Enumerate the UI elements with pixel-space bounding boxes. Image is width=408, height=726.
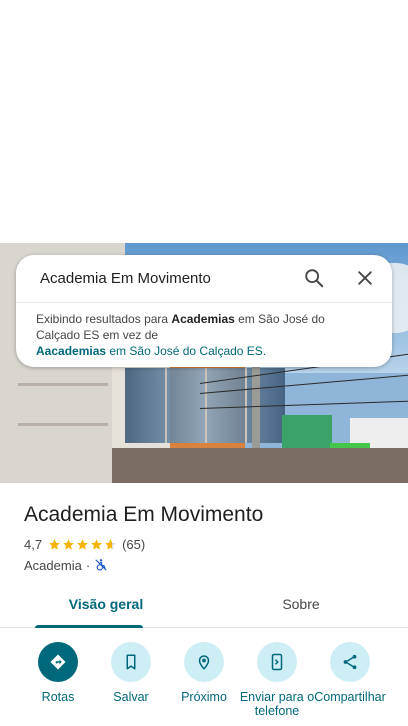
tab-about-label: Sobre <box>282 596 320 612</box>
share-label: Compartilhar <box>314 690 386 704</box>
search-result-note: Exibindo resultados para Academias em Sã… <box>36 311 366 359</box>
star-half-icon <box>105 538 116 550</box>
directions-icon[interactable] <box>38 642 78 682</box>
send-to-phone-icon[interactable] <box>257 642 297 682</box>
divider <box>16 302 392 303</box>
directions-button[interactable]: Rotas <box>20 640 96 704</box>
star-icon <box>77 538 88 550</box>
note-prefix: Exibindo resultados para <box>36 312 172 326</box>
bookmark-icon[interactable] <box>111 642 151 682</box>
place-title: Academia Em Movimento <box>24 503 264 526</box>
category-row: Academia · <box>24 556 108 574</box>
tab-bar: Visão geral Sobre <box>0 590 408 628</box>
action-bar: Rotas Salvar Próximo Enviar para o telef… <box>0 640 408 726</box>
nearby-button[interactable]: Próximo <box>166 640 242 704</box>
share-icon[interactable] <box>330 642 370 682</box>
rating-row[interactable]: 4,7 (65) <box>24 535 145 553</box>
star-icon <box>91 538 102 550</box>
no-wheelchair-access-icon <box>95 559 107 571</box>
review-count: (65) <box>122 536 146 552</box>
star-icon <box>49 538 60 550</box>
send-to-phone-button[interactable]: Enviar para o telefone <box>239 640 315 718</box>
search-input[interactable]: Academia Em Movimento <box>40 269 211 289</box>
directions-label: Rotas <box>41 690 75 704</box>
separator-dot: · <box>85 557 91 573</box>
place-category: Academia <box>24 557 82 573</box>
share-button[interactable]: Compartilhar <box>312 640 388 704</box>
nearby-label: Próximo <box>181 690 227 704</box>
note-alt-rest[interactable]: em São José do Calçado ES. <box>106 344 266 358</box>
tab-about[interactable]: Sobre <box>240 590 362 628</box>
star-icon <box>63 538 74 550</box>
rating-value: 4,7 <box>24 536 43 552</box>
save-button[interactable]: Salvar <box>93 640 169 704</box>
search-card: Academia Em Movimento Exibindo resultado… <box>16 255 392 367</box>
tab-overview-label: Visão geral <box>68 596 144 612</box>
note-alt-term[interactable]: Aacademias <box>36 344 106 358</box>
alternate-search-link[interactable]: Aacademias em São José do Calçado ES. <box>36 344 266 358</box>
search-icon[interactable] <box>303 267 325 289</box>
blank-header-area <box>0 0 408 243</box>
rating-stars <box>48 538 118 551</box>
selected-tab-indicator <box>35 625 143 628</box>
tab-overview[interactable]: Visão geral <box>35 590 177 628</box>
save-label: Salvar <box>113 690 149 704</box>
nearby-icon[interactable] <box>184 642 224 682</box>
close-icon[interactable] <box>355 268 375 288</box>
send-to-phone-label: Enviar para o telefone <box>239 690 315 718</box>
note-term: Academias <box>171 312 235 326</box>
